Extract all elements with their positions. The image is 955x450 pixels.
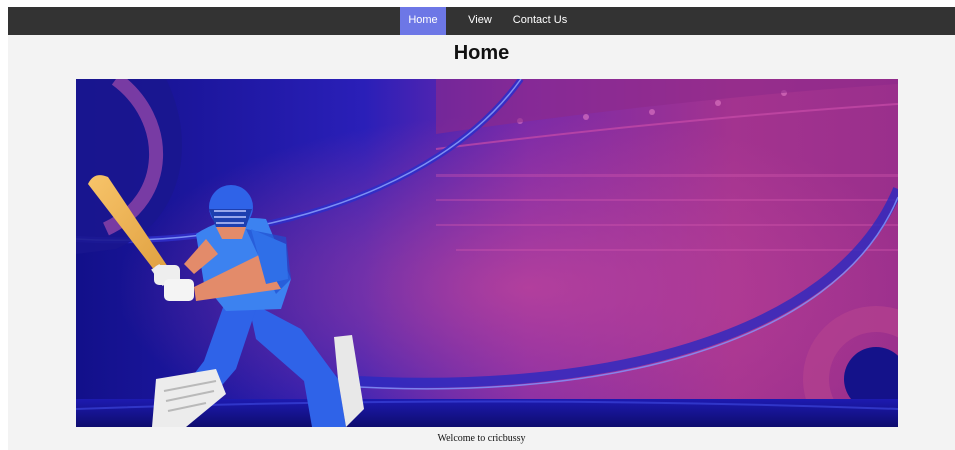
welcome-text: Welcome to cricbussy [437, 433, 526, 444]
hero-banner [76, 79, 898, 427]
page-container: Home View Contact Us Home Welcome to cri… [8, 7, 955, 450]
nav-link-contact-us[interactable]: Contact Us [506, 7, 574, 35]
page-title: Home [453, 42, 510, 64]
nav-link-view[interactable]: View [460, 7, 500, 35]
cricket-batsman-illustration [76, 79, 898, 427]
top-navigation-bar: Home View Contact Us [8, 7, 955, 35]
nav-link-home[interactable]: Home [400, 7, 446, 35]
